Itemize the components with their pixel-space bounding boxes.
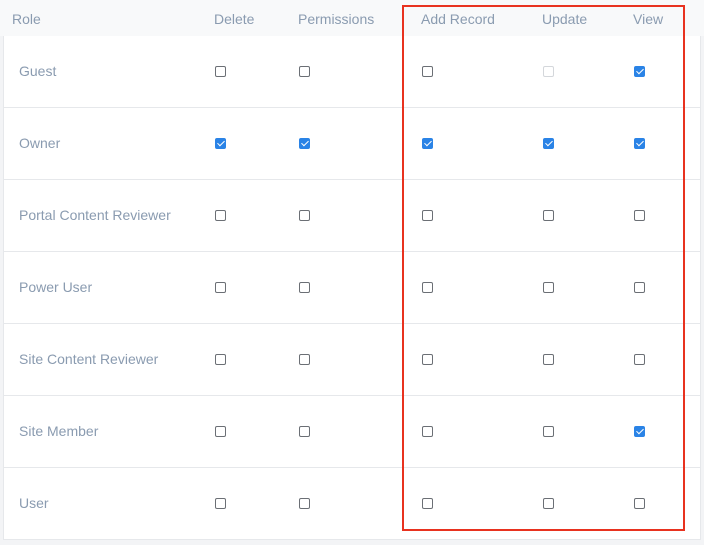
update-checkbox[interactable] [543, 282, 554, 293]
update-checkbox[interactable] [543, 138, 554, 149]
role-label: Guest [19, 63, 57, 79]
update-checkbox[interactable] [543, 210, 554, 221]
view-checkbox[interactable] [634, 426, 645, 437]
delete-checkbox[interactable] [215, 426, 226, 437]
table-row: Site Content Reviewer [3, 324, 701, 396]
view-checkbox[interactable] [634, 66, 645, 77]
table-row: Guest [3, 36, 701, 108]
permissions-checkbox[interactable] [299, 210, 310, 221]
table-header: Role Delete Permissions Add Record Updat… [0, 0, 704, 36]
role-label: User [19, 495, 49, 511]
view-checkbox[interactable] [634, 354, 645, 365]
header-permissions: Permissions [298, 11, 375, 27]
add-record-checkbox[interactable] [422, 66, 433, 77]
delete-checkbox[interactable] [215, 282, 226, 293]
table-row: Portal Content Reviewer [3, 180, 701, 252]
table-row: User [3, 468, 701, 540]
view-checkbox[interactable] [634, 282, 645, 293]
view-checkbox[interactable] [634, 138, 645, 149]
delete-checkbox[interactable] [215, 354, 226, 365]
update-checkbox[interactable] [543, 426, 554, 437]
add-record-checkbox[interactable] [422, 426, 433, 437]
delete-checkbox[interactable] [215, 498, 226, 509]
delete-checkbox[interactable] [215, 210, 226, 221]
table-row: Site Member [3, 396, 701, 468]
add-record-checkbox[interactable] [422, 210, 433, 221]
permissions-checkbox[interactable] [299, 426, 310, 437]
role-label: Site Member [19, 423, 99, 439]
role-label: Power User [19, 279, 93, 295]
permissions-checkbox[interactable] [299, 66, 310, 77]
header-delete: Delete [214, 11, 255, 27]
delete-checkbox[interactable] [215, 66, 226, 77]
add-record-checkbox[interactable] [422, 498, 433, 509]
permissions-checkbox[interactable] [299, 498, 310, 509]
add-record-checkbox[interactable] [422, 354, 433, 365]
update-checkbox[interactable] [543, 498, 554, 509]
update-checkbox[interactable] [543, 354, 554, 365]
view-checkbox[interactable] [634, 498, 645, 509]
add-record-checkbox[interactable] [422, 138, 433, 149]
role-label: Site Content Reviewer [19, 351, 159, 367]
add-record-checkbox[interactable] [422, 282, 433, 293]
permissions-checkbox[interactable] [299, 282, 310, 293]
role-label: Owner [19, 135, 61, 151]
header-role: Role [12, 11, 41, 27]
permissions-checkbox[interactable] [299, 354, 310, 365]
header-add-record: Add Record [421, 11, 495, 27]
role-label: Portal Content Reviewer [19, 207, 171, 223]
permissions-frame: Role Delete Permissions Add Record Updat… [0, 0, 704, 545]
table-row: Owner [3, 108, 701, 180]
view-checkbox[interactable] [634, 210, 645, 221]
update-checkbox [543, 66, 554, 77]
header-update: Update [542, 11, 588, 27]
table-row: Power User [3, 252, 701, 324]
permissions-checkbox[interactable] [299, 138, 310, 149]
header-view: View [633, 11, 664, 27]
delete-checkbox[interactable] [215, 138, 226, 149]
